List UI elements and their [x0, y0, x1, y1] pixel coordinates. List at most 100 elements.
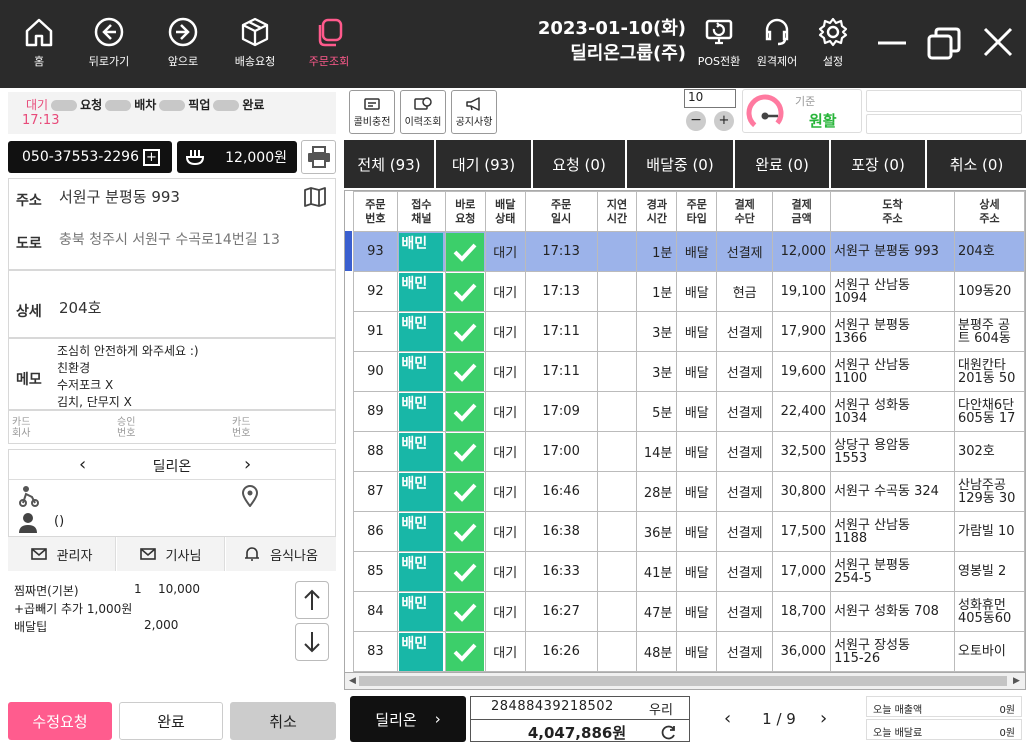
- direct-request-cell[interactable]: [444, 431, 486, 472]
- check-icon[interactable]: [446, 392, 485, 431]
- close-icon[interactable]: [982, 26, 1014, 58]
- table-row[interactable]: 87 배민 대기 16:46 28분 배달 선결제 30,800 서원구 수곡동 324 산남주공…: [353, 471, 1025, 512]
- elapsed-time: 41분: [636, 551, 678, 592]
- column-header[interactable]: 도착 주소: [830, 191, 955, 232]
- column-header[interactable]: 바로 요청: [444, 191, 486, 232]
- check-icon[interactable]: [446, 272, 485, 311]
- refresh-icon[interactable]: [661, 724, 677, 740]
- direct-request-cell[interactable]: [444, 591, 486, 632]
- column-header[interactable]: 지연 시간: [596, 191, 638, 232]
- cancel-button[interactable]: 취소: [230, 702, 336, 740]
- direct-request-cell[interactable]: [444, 471, 486, 512]
- order-number: 91: [353, 311, 398, 352]
- check-icon[interactable]: [446, 512, 485, 551]
- column-header[interactable]: 결제 수단: [716, 191, 774, 232]
- scroll-left-arrow[interactable]: ◀: [349, 676, 356, 686]
- notice-button[interactable]: 공지사항: [451, 90, 497, 134]
- nav-delivery-request[interactable]: 배송요청: [220, 16, 290, 69]
- nav-back[interactable]: 뒤로가기: [74, 16, 144, 69]
- message-admin-button[interactable]: 관리자: [8, 537, 116, 571]
- page-prev-button[interactable]: ‹: [724, 708, 731, 729]
- complete-button[interactable]: 완료: [119, 702, 223, 740]
- increase-button[interactable]: +: [714, 111, 734, 131]
- tab-takeout[interactable]: 포장 (0): [831, 140, 927, 188]
- table-row[interactable]: 89 배민 대기 17:09 5분 배달 선결제 22,400 서원구 성화동 1034 다안채6…: [353, 391, 1025, 432]
- agency-next-button[interactable]: ›: [244, 454, 251, 475]
- detail-address: 대원칸타 201동 50: [953, 351, 1025, 392]
- table-row[interactable]: 90 배민 대기 17:11 3분 배달 선결제 19,600 서원구 산남동 1100 대원칸타…: [353, 351, 1025, 392]
- direct-request-cell[interactable]: [444, 311, 486, 352]
- nav-order-lookup[interactable]: 주문조회: [294, 16, 364, 69]
- direct-request-cell[interactable]: [444, 351, 486, 392]
- direct-request-cell[interactable]: [444, 631, 486, 672]
- page-next-button[interactable]: ›: [820, 708, 827, 729]
- check-icon[interactable]: [446, 352, 485, 391]
- threshold-input[interactable]: 10: [684, 89, 736, 108]
- nav-settings[interactable]: 설정: [798, 16, 868, 69]
- nav-forward[interactable]: 앞으로: [148, 16, 218, 69]
- location-pin-icon[interactable]: [241, 485, 259, 507]
- scroll-up-button[interactable]: [295, 581, 329, 619]
- check-icon[interactable]: [446, 232, 485, 271]
- column-header[interactable]: 주문 타입: [676, 191, 718, 232]
- map-icon[interactable]: [304, 187, 326, 207]
- nav-home[interactable]: 홈: [4, 16, 74, 69]
- direct-request-cell[interactable]: [444, 391, 486, 432]
- check-icon[interactable]: [446, 432, 485, 471]
- print-button[interactable]: [301, 140, 336, 174]
- table-row[interactable]: 84 배민 대기 16:27 47분 배달 선결제 18,700 서원구 성화동 708 성화휴먼…: [353, 591, 1025, 632]
- direct-request-cell[interactable]: [444, 551, 486, 592]
- plus-icon[interactable]: +: [143, 148, 160, 166]
- tab-complete[interactable]: 완료 (0): [735, 140, 831, 188]
- table-row[interactable]: 91 배민 대기 17:11 3분 배달 선결제 17,900 서원구 분평동 1366 분평주 …: [353, 311, 1025, 352]
- agency-select-button[interactable]: 딜리온 ›: [350, 696, 466, 742]
- table-row[interactable]: 85 배민 대기 16:33 41분 배달 선결제 17,000 서원구 분평동 254-5 영봉…: [353, 551, 1025, 592]
- check-icon[interactable]: [446, 632, 485, 671]
- column-header[interactable]: 경과 시간: [636, 191, 678, 232]
- column-header[interactable]: 접수 채널: [396, 191, 446, 232]
- order-table-container[interactable]: 주문 번호 접수 채널 바로 요청 배달 상태 주문 일시 지연 시간 경과 시간 주문 타입…: [344, 190, 1026, 690]
- message-rider-button[interactable]: 기사님: [117, 537, 225, 571]
- check-icon[interactable]: [446, 312, 485, 351]
- decrease-button[interactable]: −: [686, 111, 706, 131]
- scroll-thumb[interactable]: [359, 676, 1007, 686]
- direct-request-cell[interactable]: [444, 511, 486, 552]
- maximize-icon[interactable]: [926, 26, 962, 62]
- column-header[interactable]: 주문 번호: [353, 191, 398, 232]
- status-dispatch: 배차: [134, 98, 157, 112]
- tab-wait[interactable]: 대기 (93): [436, 140, 533, 188]
- order-table: 주문 번호 접수 채널 바로 요청 배달 상태 주문 일시 지연 시간 경과 시간 주문 타입…: [353, 191, 1025, 672]
- food-ready-button[interactable]: 음식나옴: [226, 537, 336, 571]
- history-button[interactable]: 이력조회: [400, 90, 446, 134]
- mail-icon: [139, 548, 156, 560]
- destination-address: 서원구 성화동 1034: [830, 391, 955, 432]
- check-icon[interactable]: [446, 552, 485, 591]
- tab-cancel[interactable]: 취소 (0): [927, 140, 1026, 188]
- column-header[interactable]: 상세 주소: [953, 191, 1025, 232]
- column-header[interactable]: 주문 일시: [524, 191, 598, 232]
- scroll-down-button[interactable]: [295, 623, 329, 661]
- direct-request-cell[interactable]: [444, 271, 486, 312]
- table-row[interactable]: 93 배민 대기 17:13 1분 배달 선결제 12,000 서원구 분평동 993 204호: [353, 231, 1025, 272]
- direct-request-cell[interactable]: [444, 231, 486, 272]
- tab-request[interactable]: 요청 (0): [533, 140, 627, 188]
- customer-phone-box[interactable]: 050-37553-2296 +: [8, 141, 172, 173]
- edit-request-button[interactable]: 수정요청: [8, 702, 112, 740]
- horizontal-scrollbar[interactable]: ◀ ▶: [344, 672, 1026, 690]
- table-header-row: 주문 번호 접수 채널 바로 요청 배달 상태 주문 일시 지연 시간 경과 시간 주문 타입…: [353, 191, 1025, 232]
- agency-prev-button[interactable]: ‹: [79, 454, 86, 475]
- column-header[interactable]: 결제 금액: [772, 191, 832, 232]
- tab-delivering[interactable]: 배달중 (0): [627, 140, 735, 188]
- minimize-icon[interactable]: [876, 26, 908, 58]
- check-icon[interactable]: [446, 472, 485, 511]
- table-row[interactable]: 88 배민 대기 17:00 14분 배달 선결제 32,500 상당구 용암동 1553 302…: [353, 431, 1025, 472]
- gauge-icon: [746, 94, 784, 132]
- table-row[interactable]: 83 배민 대기 16:26 48분 배달 선결제 36,000 서원구 장성동 115-26 오…: [353, 631, 1025, 672]
- tab-all[interactable]: 전체 (93): [344, 140, 436, 188]
- column-header[interactable]: 배달 상태: [484, 191, 526, 232]
- charge-fee-button[interactable]: 콜비충전: [349, 90, 395, 134]
- table-row[interactable]: 92 배민 대기 17:13 1분 배달 현금 19,100 서원구 산남동 1094 109동2…: [353, 271, 1025, 312]
- scroll-right-arrow[interactable]: ▶: [1013, 676, 1020, 686]
- check-icon[interactable]: [446, 592, 485, 631]
- table-row[interactable]: 86 배민 대기 16:38 36분 배달 선결제 17,500 서원구 산남동 1188 가람빌…: [353, 511, 1025, 552]
